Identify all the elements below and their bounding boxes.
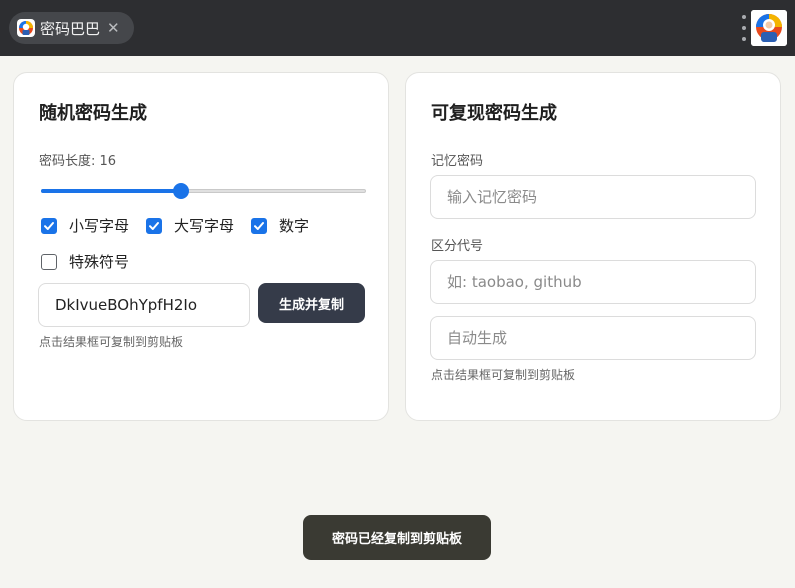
card-title: 可复现密码生成 — [431, 103, 557, 124]
slider-thumb[interactable] — [172, 183, 189, 199]
profile-avatar-icon[interactable] — [751, 10, 787, 46]
browser-tab[interactable]: 密码巴巴 ✕ — [9, 12, 134, 44]
option-uppercase[interactable]: 大写字母 — [146, 215, 234, 236]
site-code-label: 区分代号 — [431, 239, 484, 254]
checkbox-lowercase[interactable] — [41, 217, 57, 234]
generated-password-field[interactable] — [430, 316, 756, 360]
password-length-slider[interactable] — [41, 183, 366, 199]
reproducible-password-card: 可复现密码生成 记忆密码 区分代号 点击结果框可复制到剪贴板 — [405, 72, 781, 421]
option-digits[interactable]: 数字 — [251, 215, 309, 236]
checkbox-digits[interactable] — [251, 217, 268, 234]
checkbox-row: 特殊符号 — [41, 251, 146, 272]
card-title: 随机密码生成 — [39, 103, 147, 124]
checkbox-symbols[interactable] — [41, 253, 57, 270]
option-label: 大写字母 — [174, 217, 235, 235]
generate-copy-button[interactable]: 生成并复制 — [258, 283, 365, 323]
random-password-result[interactable]: DkIvueBOhYpfH2Io — [38, 283, 250, 327]
slider-fill — [41, 189, 181, 193]
tab-title: 密码巴巴 — [40, 19, 101, 38]
option-symbols[interactable]: 特殊符号 — [41, 251, 129, 272]
kebab-menu-icon[interactable] — [740, 15, 748, 41]
option-label: 小写字母 — [69, 217, 130, 235]
checkbox-row: 小写字母 大写字母 数字 — [41, 215, 326, 236]
option-label: 数字 — [279, 217, 310, 235]
option-lowercase[interactable]: 小写字母 — [41, 215, 129, 236]
password-length-label: 密码长度: 16 — [39, 154, 117, 169]
copy-hint: 点击结果框可复制到剪贴板 — [431, 368, 576, 382]
browser-toolbar: 密码巴巴 ✕ — [0, 0, 795, 56]
memory-password-input[interactable] — [430, 175, 756, 219]
copied-toast: 密码已经复制到剪贴板 — [303, 515, 491, 560]
close-icon[interactable]: ✕ — [107, 20, 120, 36]
site-code-input[interactable] — [430, 260, 756, 304]
option-label: 特殊符号 — [69, 253, 130, 271]
copy-hint: 点击结果框可复制到剪贴板 — [39, 335, 184, 349]
random-password-card: 随机密码生成 密码长度: 16 小写字母 大写字母 数字 特殊符号 DkIvue… — [13, 72, 389, 421]
memory-password-label: 记忆密码 — [431, 154, 484, 169]
app-logo-icon — [17, 19, 35, 37]
checkbox-uppercase[interactable] — [146, 217, 163, 234]
